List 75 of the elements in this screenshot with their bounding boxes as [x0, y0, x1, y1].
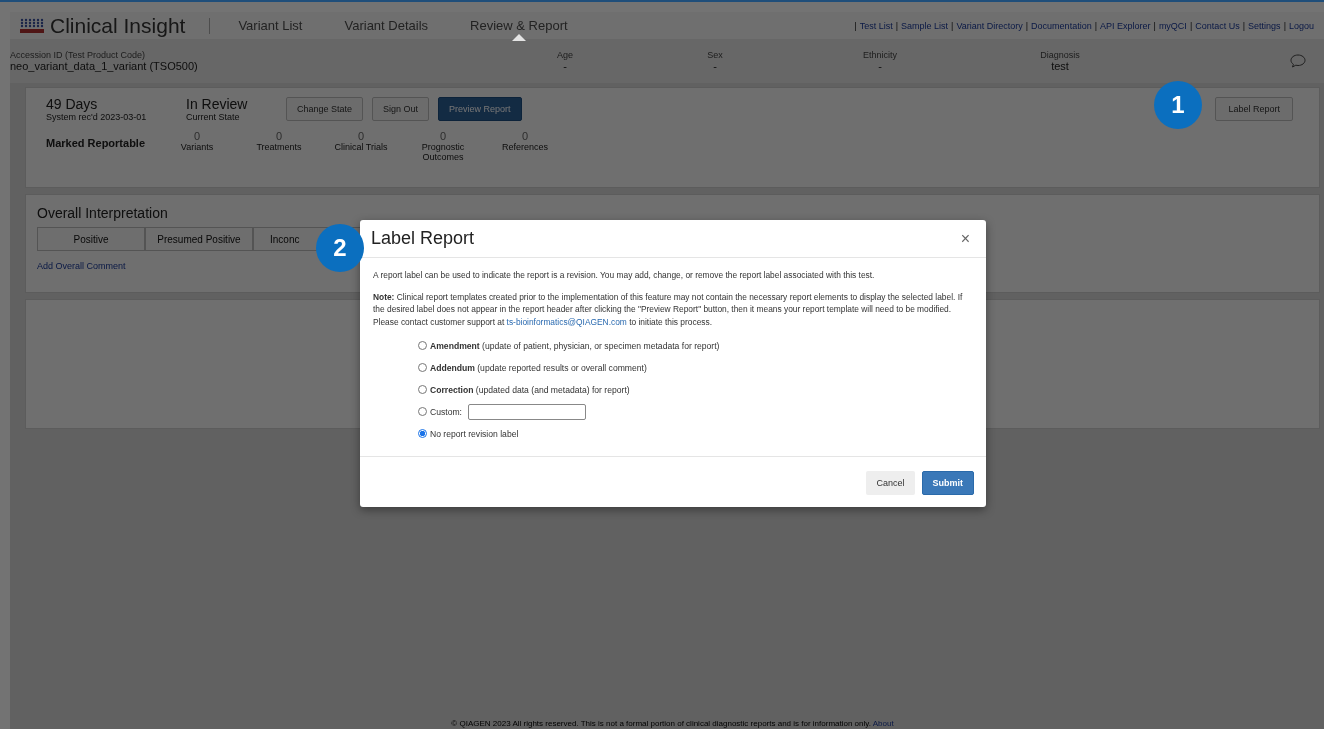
count-value: 0	[357, 130, 365, 142]
nav-link[interactable]: API Explorer	[1100, 20, 1151, 31]
link-separator: |	[1153, 20, 1156, 31]
option-label: Custom:	[430, 405, 462, 418]
about-link[interactable]: About	[872, 719, 894, 728]
count-label: References	[501, 142, 549, 152]
link-separator: |	[1242, 20, 1246, 31]
radio-button[interactable]	[418, 385, 427, 395]
field-label: Age	[557, 50, 573, 60]
count-label: Variants	[179, 142, 215, 152]
field-label: Sex	[707, 50, 723, 60]
days-count: 49 Days	[46, 96, 99, 112]
link-separator: |	[1094, 20, 1097, 31]
radio-button[interactable]	[418, 429, 427, 439]
section-title: Overall Interpretation	[36, 204, 169, 223]
link-separator: |	[854, 20, 857, 31]
count-value: 0	[439, 130, 447, 142]
nav-link[interactable]: Variant Directory	[956, 20, 1023, 31]
nav-link[interactable]: Contact Us	[1195, 20, 1240, 31]
option-label: Correction (updated data (and metadata) for report)	[430, 383, 630, 396]
link-separator: |	[895, 20, 899, 31]
submit-button[interactable]: Submit	[921, 470, 974, 495]
footer-text: © QIAGEN 2023 All rights reserved. This is not a formal portion of clinical diagnostic reports and is for information only. About	[451, 719, 894, 728]
nav-link[interactable]: myQCI	[1158, 20, 1187, 31]
radio-button[interactable]	[418, 407, 427, 417]
intro-text: A report label can be used to indicate the report is a revision. You may add, change, or remove the report label associated with this test.	[373, 269, 876, 282]
interpretation-option[interactable]: Presumed Positive	[145, 227, 253, 251]
count-value: 0	[275, 130, 283, 142]
logo-icon	[20, 17, 44, 34]
option-label: No report revision label	[430, 427, 519, 440]
email-link[interactable]: ts-bioinformatics@QIAGEN.com	[506, 316, 627, 327]
close-button[interactable]: ×	[956, 229, 974, 248]
field-label: Accession ID (Test Product Code)	[10, 50, 146, 60]
reportable-title: Marked Reportable	[46, 137, 147, 149]
field-label: Ethnicity	[863, 50, 897, 60]
field-value: -	[713, 60, 717, 72]
option-label: Addendum (update reported results or overall comment)	[430, 361, 647, 374]
count-value: 0	[521, 130, 529, 142]
link-separator: |	[1025, 20, 1029, 31]
nav-link[interactable]: Documentation	[1031, 20, 1092, 31]
link-separator: |	[1283, 20, 1286, 31]
count-label: Treatments	[255, 142, 303, 152]
nav-link[interactable]: Logou	[1288, 20, 1314, 31]
field-value: test	[1051, 60, 1069, 72]
count-label: Clinical Trials	[333, 142, 389, 152]
field-label: Diagnosis	[1040, 50, 1080, 60]
review-state: In Review	[186, 96, 249, 112]
dialog-title: Label Report	[371, 228, 475, 249]
count-value: 0	[193, 130, 201, 142]
action-button[interactable]: Change State	[286, 97, 364, 121]
nav-tab[interactable]: Variant Details	[338, 14, 435, 37]
radio-button[interactable]	[418, 341, 427, 351]
link-separator: |	[1189, 20, 1193, 31]
nav-link[interactable]: Test List	[859, 20, 893, 31]
state-caption: Current State	[186, 112, 241, 122]
radio-button[interactable]	[418, 363, 427, 373]
option-label: Amendment (update of patient, physician, or specimen metadata for report)	[430, 339, 720, 352]
action-button[interactable]: Sign Out	[372, 97, 430, 121]
custom-label-field[interactable]	[468, 403, 586, 420]
label-report-button[interactable]: Label Report	[1215, 97, 1293, 121]
received-date: System rec'd 2023-03-01	[46, 112, 148, 122]
nav-link[interactable]: Settings	[1248, 20, 1281, 31]
nav-link[interactable]: Sample List	[901, 20, 949, 31]
field-value: -	[563, 60, 567, 72]
field-value: neo_variant_data_1_variant (TSO500)	[10, 60, 198, 72]
count-label: Prognostic Outcomes	[420, 142, 466, 162]
nav-tab[interactable]: Variant List	[232, 14, 309, 37]
interpretation-option[interactable]: Positive	[37, 227, 145, 251]
cancel-button[interactable]: Cancel	[866, 470, 915, 495]
link-separator: |	[951, 20, 954, 31]
chat-icon[interactable]	[1290, 54, 1306, 68]
action-button[interactable]: Preview Report	[438, 97, 522, 121]
note-text: Note: Clinical report templates created prior to the implementation of this feature may not contain the necessary report elements to display the selected label. If the desired label does not appear in the report header after clicking the "Preview Report" button, then it means your report template will need to be modified. Please contact customer support at ts-bioinformatics@QIAGEN.com to initiate this process.	[373, 291, 964, 328]
field-value: -	[878, 60, 882, 72]
app-title: Clinical Insight	[50, 13, 186, 38]
